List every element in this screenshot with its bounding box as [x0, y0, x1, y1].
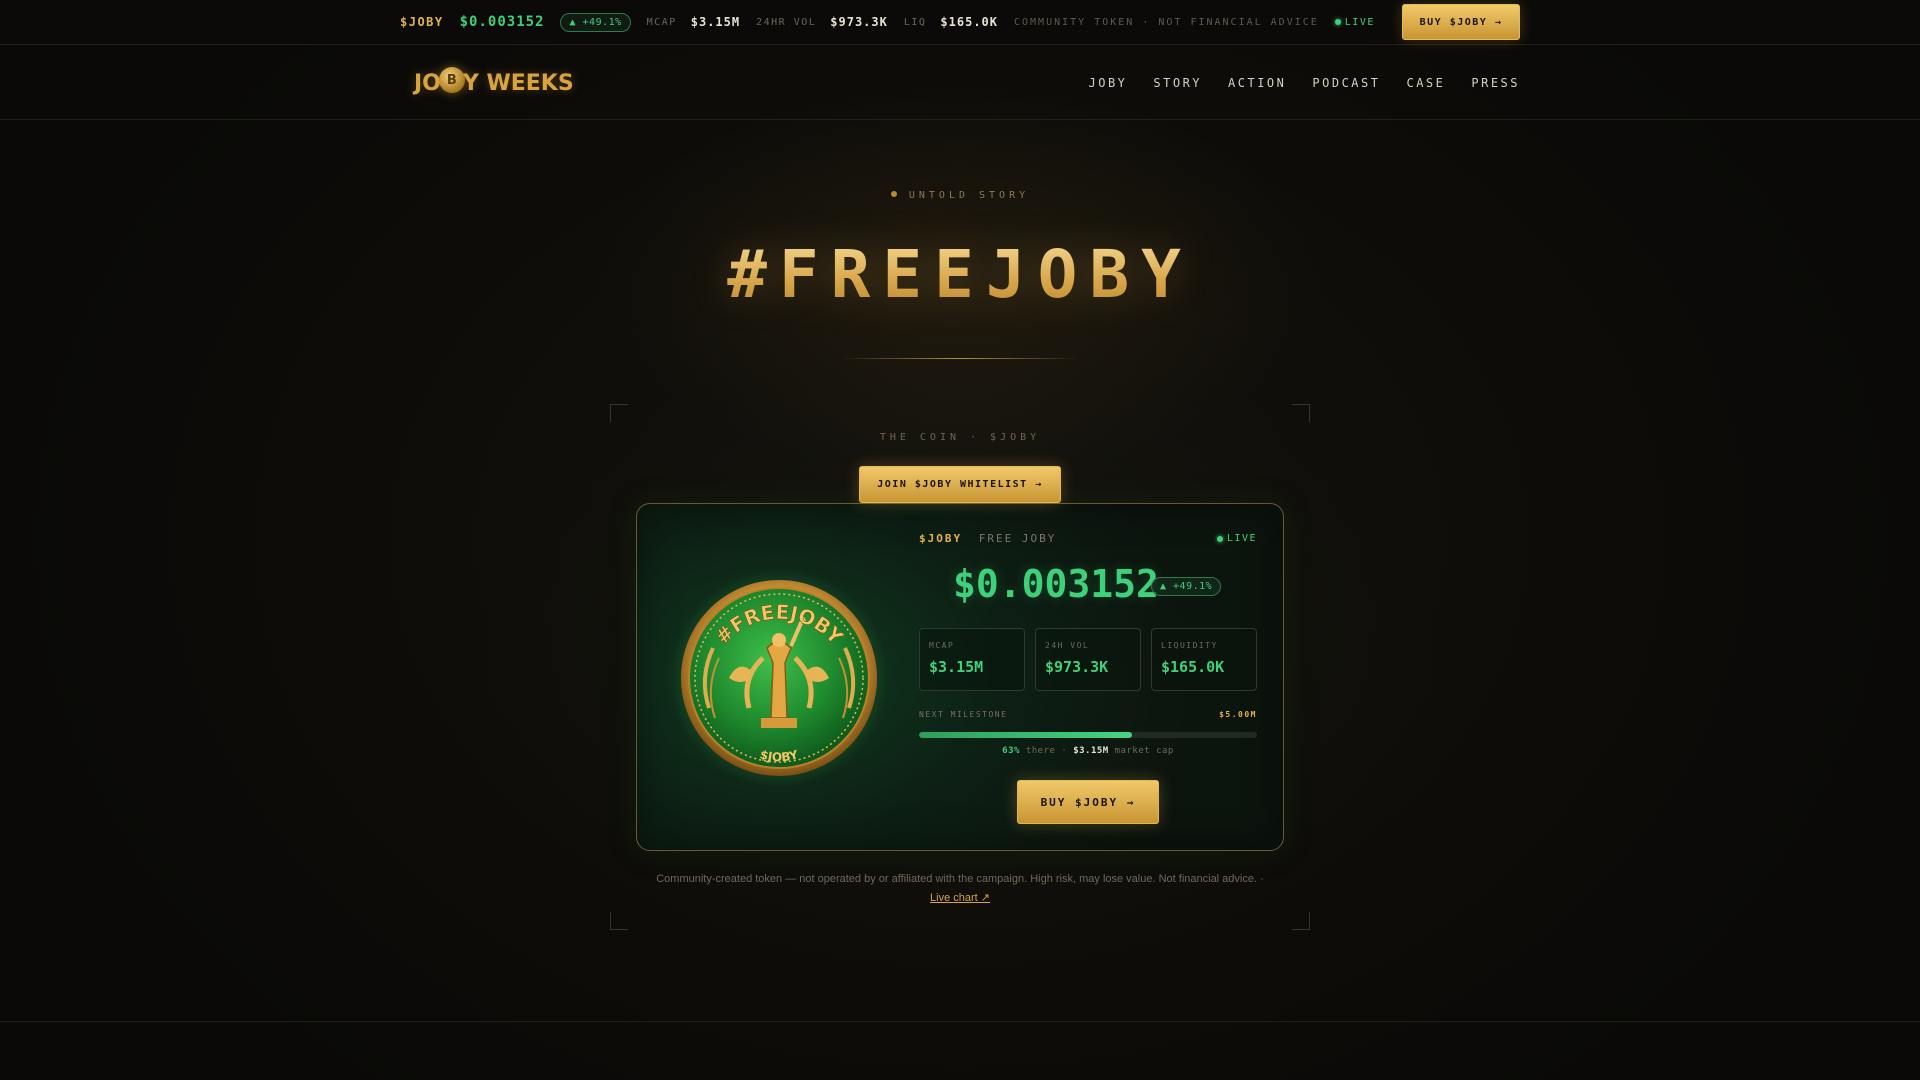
card-live-label: LIVE — [1226, 533, 1257, 544]
coin-section-label: THE COIN · $JOBY — [879, 432, 1041, 443]
buy-joby-top-button[interactable]: BUY $JOBY → — [1402, 4, 1520, 40]
hero-title: #FREEJOBY — [0, 236, 1920, 313]
coin-card: #FREEJOBY $JOBY $JOBY FREE JOBY LIVE $0.… — [636, 503, 1284, 851]
live-dot-icon — [1334, 19, 1341, 25]
ticker-vol-value: $973.3K — [830, 15, 888, 29]
disclaimer-text: Community-created token — not operated b… — [656, 873, 1264, 885]
card-header: $JOBY FREE JOBY — [919, 532, 1056, 545]
stat-volume: 24H VOL $973.3K — [1035, 628, 1141, 691]
nav-link-podcast[interactable]: PODCAST — [1312, 76, 1380, 90]
hero-eyebrow: UNTOLD STORY — [0, 190, 1920, 201]
disclaimer: Community-created token — not operated b… — [0, 870, 1920, 908]
milestone-mcap: $3.15M — [1073, 746, 1109, 756]
live-dot-icon — [1216, 535, 1223, 542]
frame-corner-top-left — [610, 404, 628, 422]
milestone-note: 63% there · $3.15M market cap — [919, 746, 1257, 756]
hero-eyebrow-text: UNTOLD STORY — [908, 190, 1030, 201]
nav-link-case[interactable]: CASE — [1406, 76, 1445, 90]
hero-divider — [840, 358, 1080, 359]
ticker-mcap-label: MCAP — [646, 16, 677, 28]
live-chart-link[interactable]: Live chart ↗ — [930, 892, 990, 904]
stat-liquidity: LIQUIDITY $165.0K — [1151, 628, 1257, 691]
stat-label: MCAP — [929, 641, 955, 650]
milestone-value: $5.00M — [1219, 710, 1257, 719]
ticker-row: $JOBY $0.003152 ▲ +49.1% MCAP $3.15M 24H… — [400, 0, 1375, 44]
milestone-row: NEXT MILESTONE $5.00M — [919, 710, 1257, 719]
stat-value: $165.0K — [1161, 658, 1225, 676]
milestone-mid-text: there · — [1025, 746, 1068, 756]
stat-mcap: MCAP $3.15M — [919, 628, 1025, 691]
ticker-vol-label: 24HR VOL — [756, 16, 817, 28]
milestone-progress-bar — [919, 732, 1257, 738]
ticker-bar: $JOBY $0.003152 ▲ +49.1% MCAP $3.15M 24H… — [0, 0, 1920, 45]
nav-link-action[interactable]: ACTION — [1228, 76, 1286, 90]
logo-text-left: JO — [414, 70, 441, 96]
freejoby-coin-icon: #FREEJOBY $JOBY — [669, 568, 889, 788]
milestone-progress-fill — [919, 732, 1132, 738]
card-stats: MCAP $3.15M 24H VOL $973.3K LIQUIDITY $1… — [919, 628, 1257, 691]
frame-corner-top-right — [1292, 404, 1310, 422]
card-live-indicator: LIVE — [1216, 533, 1257, 544]
nav-link-press[interactable]: PRESS — [1471, 76, 1520, 90]
card-price: $0.003152 — [953, 562, 1159, 606]
bitcoin-coin-icon: B — [438, 67, 465, 93]
join-whitelist-button[interactable]: JOIN $JOBY WHITELIST → — [859, 466, 1061, 503]
ticker-liq-value: $165.0K — [940, 15, 998, 29]
card-symbol: $JOBY — [919, 532, 963, 545]
stat-label: LIQUIDITY — [1161, 641, 1218, 650]
card-name: FREE JOBY — [978, 532, 1057, 545]
section-divider — [0, 1021, 1920, 1022]
milestone-suffix: market cap — [1114, 746, 1174, 756]
ticker-live-label: LIVE — [1344, 16, 1375, 28]
frame-corner-bottom-right — [1292, 912, 1310, 930]
ticker-symbol: $JOBY — [400, 15, 444, 29]
stat-value: $3.15M — [929, 658, 984, 676]
stat-value: $973.3K — [1045, 658, 1109, 676]
milestone-label: NEXT MILESTONE — [919, 710, 1008, 719]
ticker-price: $0.003152 — [459, 14, 545, 30]
main-nav: JO B Y WEEKS JOBY STORY ACTION PODCAST C… — [0, 45, 1920, 120]
ticker-liq-label: LIQ — [903, 16, 927, 28]
nav-link-joby[interactable]: JOBY — [1089, 76, 1128, 90]
ticker-live-indicator: LIVE — [1334, 16, 1375, 28]
nav-links: JOBY STORY ACTION PODCAST CASE PRESS — [1089, 45, 1521, 120]
ticker-mcap-value: $3.15M — [690, 15, 741, 29]
buy-joby-card-button[interactable]: BUY $JOBY → — [1017, 780, 1159, 824]
milestone-percent: 63% — [1002, 746, 1020, 756]
ticker-disclaimer: COMMUNITY TOKEN · NOT FINANCIAL ADVICE — [1014, 16, 1319, 28]
logo-coin-letter: B — [446, 72, 457, 88]
eyebrow-dot-icon — [890, 191, 897, 197]
site-logo[interactable]: JO B Y WEEKS — [414, 67, 574, 99]
logo-text-right: Y WEEKS — [462, 70, 574, 96]
stat-label: 24H VOL — [1045, 641, 1090, 650]
nav-link-story[interactable]: STORY — [1153, 76, 1202, 90]
frame-corner-bottom-left — [610, 912, 628, 930]
ticker-change-badge: ▲ +49.1% — [560, 12, 631, 32]
card-change-badge: ▲ +49.1% — [1151, 577, 1222, 596]
